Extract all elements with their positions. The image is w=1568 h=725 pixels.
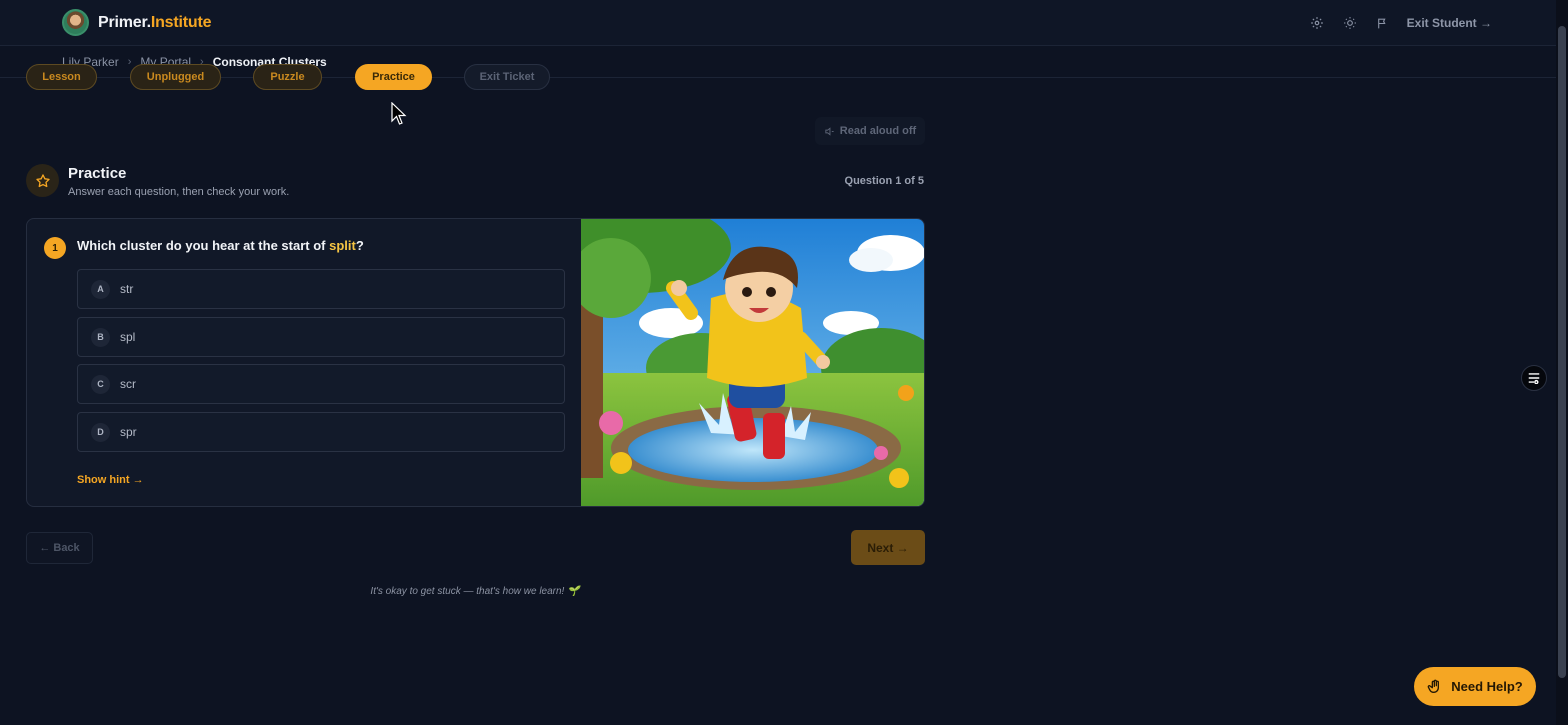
- question-illustration: [581, 219, 924, 506]
- scrollbar-thumb[interactable]: [1558, 26, 1566, 678]
- need-help-button[interactable]: Need Help?: [1414, 667, 1536, 706]
- question-text: Which cluster do you hear at the start o…: [77, 238, 364, 253]
- answer-option-b[interactable]: B spl: [77, 317, 565, 357]
- sun-icon[interactable]: [1340, 13, 1360, 33]
- read-aloud-label: Read aloud off: [839, 125, 917, 137]
- gear-icon[interactable]: [1307, 13, 1327, 33]
- need-help-label: Need Help?: [1451, 679, 1523, 694]
- answer-option-c[interactable]: C scr: [77, 364, 565, 404]
- tab-unplugged[interactable]: Unplugged: [130, 64, 221, 90]
- option-text: spl: [120, 330, 136, 344]
- option-text: spr: [120, 425, 137, 439]
- read-aloud-toggle[interactable]: Read aloud off: [815, 117, 925, 145]
- question-counter: Question 1 of 5: [844, 175, 924, 187]
- flag-icon[interactable]: [1373, 13, 1393, 33]
- exit-student-button[interactable]: Exit Student →: [1407, 16, 1492, 30]
- back-button[interactable]: ← Back: [26, 532, 93, 564]
- brand-name: Primer.Institute: [98, 13, 212, 31]
- question-number-badge: 1: [44, 237, 66, 259]
- next-button[interactable]: Next →: [851, 530, 925, 565]
- brand-logo[interactable]: Primer.Institute: [62, 9, 211, 36]
- tab-lesson[interactable]: Lesson: [26, 64, 97, 90]
- option-text: str: [120, 282, 134, 296]
- star-icon: [26, 164, 59, 197]
- answer-option-a[interactable]: A str: [77, 269, 565, 309]
- target-word: split: [329, 238, 356, 253]
- option-text: scr: [120, 377, 136, 391]
- scrollbar[interactable]: [1556, 0, 1568, 725]
- mouse-cursor-icon: [391, 102, 407, 125]
- option-letter: D: [91, 422, 110, 442]
- speaker-icon: [825, 126, 834, 136]
- hand-icon: [1427, 679, 1440, 693]
- chevron-right-icon: ›: [127, 55, 132, 68]
- breadcrumb: Lily Parker › My Portal › Consonant Clus…: [0, 46, 1556, 78]
- tab-exit-ticket[interactable]: Exit Ticket: [464, 64, 550, 90]
- show-hint-link[interactable]: Show hint →: [77, 474, 144, 486]
- option-letter: A: [91, 279, 110, 299]
- option-letter: C: [91, 374, 110, 394]
- page-subtitle: Answer each question, then check your wo…: [68, 186, 290, 198]
- option-letter: B: [91, 327, 110, 347]
- sliders-icon[interactable]: [1521, 365, 1547, 391]
- top-bar: Primer.Institute Exit Student →: [0, 0, 1556, 46]
- tab-practice[interactable]: Practice: [355, 64, 432, 90]
- tab-puzzle[interactable]: Puzzle: [253, 64, 322, 90]
- avatar: [62, 9, 89, 36]
- question-card: 1 Which cluster do you hear at the start…: [26, 218, 925, 507]
- encouragement-text: It's okay to get stuck — that's how we l…: [370, 586, 580, 597]
- page-title: Practice: [68, 165, 127, 182]
- answer-option-d[interactable]: D spr: [77, 412, 565, 452]
